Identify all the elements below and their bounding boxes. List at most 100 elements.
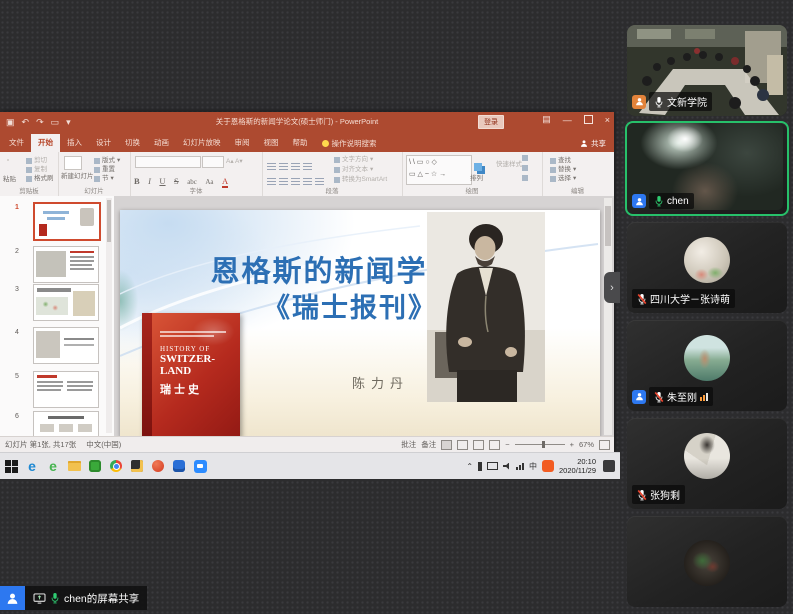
slide-thumbnail-6[interactable] (33, 411, 99, 437)
quick-access-toolbar: ▣ ↶ ↷ ▭ ▾ (6, 115, 71, 129)
screen-share-badge[interactable]: chen的屏幕共享 (0, 586, 148, 610)
tell-me-search[interactable]: 操作说明搜索 (315, 134, 384, 152)
chrome-icon[interactable] (109, 459, 123, 473)
tab-animations[interactable]: 动画 (147, 134, 176, 152)
paste-label[interactable]: 粘贴 (3, 175, 16, 184)
slide-thumbnail-1[interactable] (33, 202, 101, 241)
notes-button[interactable]: 备注 (421, 439, 436, 450)
tray-expand-chevron[interactable]: ⌃ (466, 462, 473, 471)
shape-fill-button[interactable] (522, 155, 528, 161)
normal-view-icon[interactable] (441, 439, 453, 450)
slide-thumbnail-5[interactable] (33, 371, 99, 408)
file-explorer-icon[interactable] (67, 459, 81, 473)
copy-button[interactable]: 复制 (26, 165, 47, 174)
blue-app-icon[interactable] (172, 459, 186, 473)
wechat-work-tray-icon[interactable] (542, 460, 555, 472)
battery-icon[interactable] (487, 462, 499, 470)
section-button[interactable]: 节 ▾ (94, 174, 114, 183)
participant-avatar (684, 540, 730, 586)
font-name-combobox[interactable] (135, 156, 201, 168)
green-app-icon[interactable] (88, 459, 102, 473)
quick-styles-button[interactable]: 快速样式 (496, 160, 522, 169)
slideshow-view-icon[interactable] (489, 439, 501, 450)
new-slide-button[interactable]: 新建幻灯片 (61, 172, 94, 181)
slide-counter: 幻灯片 第1张, 共17张 (5, 440, 77, 449)
signin-button[interactable]: 登录 (478, 115, 504, 129)
sidebar-collapse-handle[interactable]: › (604, 272, 620, 303)
participant-tile-wenxin[interactable]: 文新学院 (627, 25, 787, 116)
red-app-icon[interactable] (151, 459, 165, 473)
ppt-share-button[interactable]: 共享 (580, 134, 606, 152)
network-icon[interactable] (516, 462, 525, 470)
ime-indicator[interactable]: 中 (529, 461, 537, 472)
customize-qat-icon[interactable]: ▾ (66, 115, 71, 129)
browser-360-icon[interactable]: e (46, 458, 60, 474)
language-indicator[interactable]: 中文(中国) (86, 439, 121, 450)
dark-app-icon[interactable] (130, 459, 144, 473)
start-button[interactable] (4, 459, 18, 473)
ribbon-display-options-icon[interactable]: ▤ (542, 114, 551, 125)
shapes-gallery[interactable]: \ \ ▭ ○ ◇ ▭ △ ~ ☆ → (406, 155, 472, 185)
smartart-button[interactable]: 转换为SmartArt (334, 175, 387, 184)
participant-tile-partial[interactable] (627, 516, 787, 607)
minimize-button[interactable]: — (563, 115, 572, 125)
undo-icon[interactable]: ↶ (22, 115, 30, 129)
slide-editing-surface[interactable]: 恩格斯的新闻学文章 《瑞士报刊》 HISTORY OF SWITZER- LAN… (120, 210, 600, 437)
comments-button[interactable]: 批注 (401, 439, 416, 450)
edge-browser-icon[interactable]: e (25, 458, 39, 474)
group-label-slides: 幻灯片 (84, 188, 104, 195)
participant-tile-zhuzhigang[interactable]: 朱至刚 (627, 320, 787, 411)
font-size-combobox[interactable] (202, 156, 224, 168)
slide-thumbnail-3[interactable] (33, 284, 99, 321)
layout-button[interactable]: 版式 ▾ (94, 156, 120, 165)
slide-thumbnail-2[interactable] (33, 246, 99, 283)
participant-tile-zhangshimeng[interactable]: 四川大学－张诗萌 (627, 222, 787, 313)
tab-home[interactable]: 开始 (31, 134, 60, 152)
cut-button[interactable]: 剪切 (26, 156, 47, 165)
tab-insert[interactable]: 插入 (60, 134, 89, 152)
slide-thumbnail-4[interactable] (33, 327, 99, 364)
reset-button[interactable]: 重置 (94, 165, 115, 174)
redo-icon[interactable]: ↷ (36, 115, 44, 129)
participant-tile-chen[interactable]: chen (625, 121, 789, 216)
participant-tile-zhanggousheng[interactable]: 张狗剩 (627, 418, 787, 509)
arrange-label[interactable]: 排列 (470, 174, 483, 183)
zoom-slider[interactable] (514, 441, 565, 448)
canvas-scrollbar[interactable] (604, 198, 612, 435)
shape-outline-button[interactable] (522, 165, 528, 171)
phone-tray-icon[interactable] (478, 461, 483, 471)
action-center-icon[interactable] (603, 460, 615, 472)
restore-button[interactable] (583, 115, 593, 124)
replace-button[interactable]: 替换 ▾ (550, 165, 576, 174)
tab-review[interactable]: 审阅 (228, 134, 257, 152)
new-slide-icon (64, 156, 82, 170)
reset-icon (94, 166, 100, 173)
fit-to-window-icon[interactable] (599, 439, 610, 450)
tab-help[interactable]: 帮助 (286, 134, 315, 152)
start-slideshow-icon[interactable]: ▭ (51, 115, 60, 129)
tab-slideshow[interactable]: 幻灯片放映 (176, 134, 228, 152)
find-button[interactable]: 查找 (550, 156, 571, 165)
select-button[interactable]: 选择 ▾ (550, 174, 576, 183)
tab-design[interactable]: 设计 (89, 134, 118, 152)
slide-sorter-icon[interactable] (457, 439, 469, 450)
zoom-in-button[interactable]: + (570, 440, 574, 449)
tencent-meeting-icon[interactable] (193, 459, 207, 473)
zoom-level[interactable]: 67% (579, 440, 594, 449)
shape-effects-button[interactable] (522, 175, 528, 181)
reading-view-icon[interactable] (473, 439, 485, 450)
thumbnail-scrollbar[interactable] (106, 198, 112, 433)
format-painter-button[interactable]: 格式刷 (26, 174, 54, 183)
tab-file[interactable]: 文件 (2, 134, 31, 152)
volume-icon[interactable] (503, 462, 510, 470)
taskbar-clock[interactable]: 20:10 2020/11/29 (559, 457, 596, 475)
tab-transitions[interactable]: 切换 (118, 134, 147, 152)
close-button[interactable]: × (605, 115, 610, 125)
member-list-icon[interactable] (0, 586, 25, 610)
grow-font-button[interactable]: A▴ A▾ (226, 157, 243, 166)
zoom-out-button[interactable]: − (505, 440, 509, 449)
align-text-button[interactable]: 对齐文本 ▾ (334, 165, 373, 174)
text-direction-button[interactable]: 文字方向 ▾ (334, 155, 373, 164)
save-icon[interactable]: ▣ (6, 115, 15, 129)
tab-view[interactable]: 视图 (257, 134, 286, 152)
